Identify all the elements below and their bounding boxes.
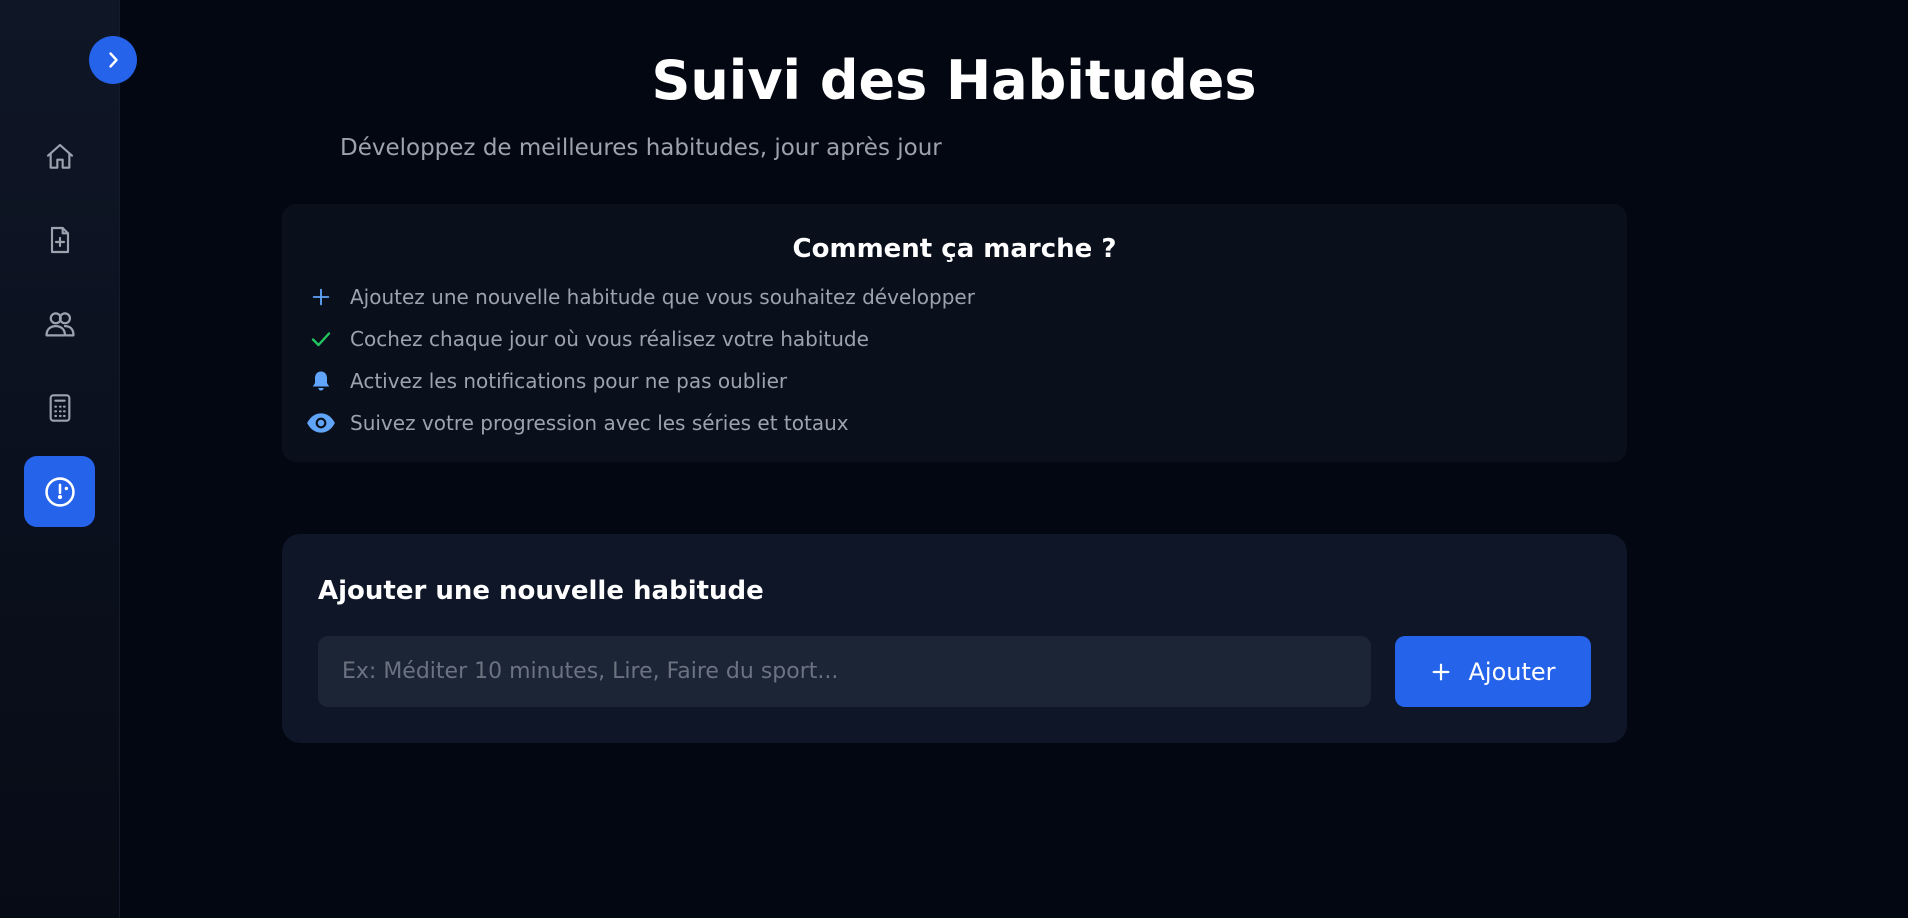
add-habit-button[interactable]: Ajouter — [1395, 636, 1591, 707]
how-step-text: Activez les notifications pour ne pas ou… — [350, 369, 788, 393]
plus-icon — [1430, 661, 1452, 683]
add-habit-button-label: Ajouter — [1468, 657, 1556, 686]
users-icon — [44, 311, 75, 336]
how-step: Activez les notifications pour ne pas ou… — [306, 366, 787, 396]
sidebar-item-users[interactable] — [24, 288, 95, 359]
habit-name-input[interactable] — [318, 636, 1371, 707]
how-step-text: Ajoutez une nouvelle habitude que vous s… — [350, 285, 975, 309]
eye-icon — [306, 408, 336, 438]
dashboard-gauge-icon — [44, 476, 75, 507]
how-step: Suivez votre progression avec les séries… — [306, 408, 849, 438]
how-step: Cochez chaque jour où vous réalisez votr… — [306, 324, 869, 354]
calculator-icon — [49, 393, 70, 422]
how-it-works-title: Comment ça marche ? — [792, 234, 1117, 264]
bell-icon — [306, 366, 336, 396]
sidebar-toggle-button[interactable] — [89, 36, 137, 84]
home-icon — [46, 143, 73, 169]
add-habit-title: Ajouter une nouvelle habitude — [318, 576, 764, 606]
sidebar-item-home[interactable] — [24, 121, 95, 192]
how-step: Ajoutez une nouvelle habitude que vous s… — [306, 282, 975, 312]
sidebar — [0, 0, 120, 918]
add-habit-card: Ajouter une nouvelle habitude Ajouter — [282, 534, 1627, 743]
file-plus-icon — [50, 226, 69, 253]
check-icon — [306, 324, 336, 354]
chevron-right-icon — [109, 52, 118, 68]
how-step-text: Suivez votre progression avec les séries… — [350, 411, 849, 435]
page-title: Suivi des Habitudes — [651, 49, 1257, 112]
page-subtitle: Développez de meilleures habitudes, jour… — [340, 135, 942, 161]
plus-icon — [306, 282, 336, 312]
sidebar-item-habits[interactable] — [24, 456, 95, 527]
how-step-text: Cochez chaque jour où vous réalisez votr… — [350, 327, 869, 351]
sidebar-item-calculator[interactable] — [24, 372, 95, 443]
sidebar-item-new-document[interactable] — [24, 204, 95, 275]
how-it-works-card: Comment ça marche ? Ajoutez une nouvelle… — [282, 204, 1627, 462]
main-content: Suivi des Habitudes Développez de meille… — [121, 0, 1908, 918]
